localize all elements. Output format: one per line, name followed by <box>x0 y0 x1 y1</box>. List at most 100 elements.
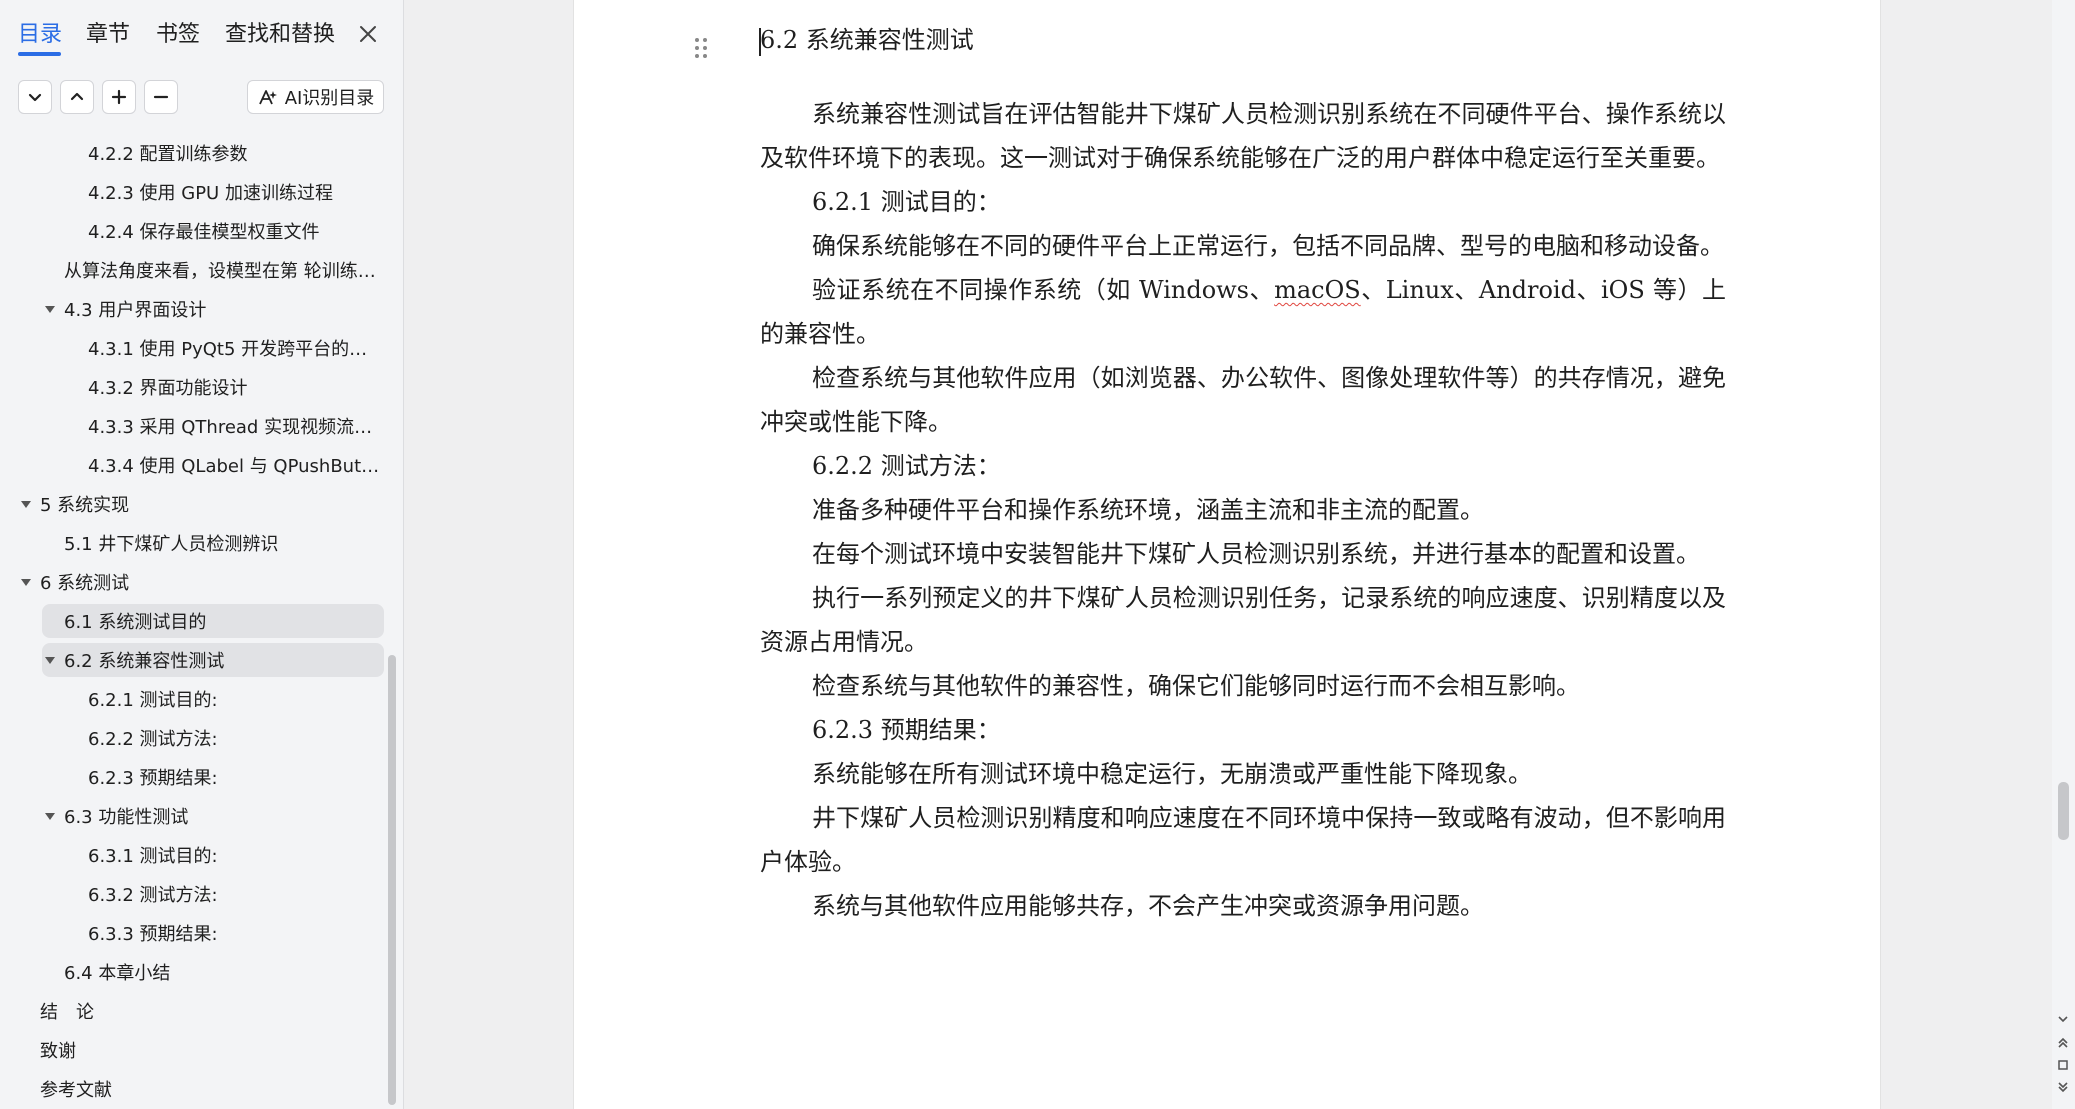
toc-item-label: 5 系统实现 <box>40 495 130 516</box>
subsection-heading[interactable]: 6.2.1 测试目的： <box>760 180 1726 224</box>
toc-item[interactable]: 6 系统测试 <box>20 565 380 599</box>
next-page-icon[interactable] <box>2056 1080 2070 1094</box>
active-tab-indicator <box>18 52 61 56</box>
ai-button-label: AI识别目录 <box>284 88 375 109</box>
toc-item-label: 从算法角度来看，设模型在第 轮训练后的验证集损失为 <box>64 261 380 282</box>
paragraph[interactable]: 确保系统能够在不同的硬件平台上正常运行，包括不同品牌、型号的电脑和移动设备。 <box>760 224 1726 268</box>
paragraph[interactable]: 检查系统与其他软件的兼容性，确保它们能够同时运行而不会相互影响。 <box>760 664 1726 708</box>
minus-icon <box>153 95 169 99</box>
chevron-up-icon <box>70 92 84 101</box>
toc-item-label: 6 系统测试 <box>40 573 130 594</box>
page-icon[interactable] <box>2056 1058 2070 1072</box>
collapse-up-button[interactable] <box>60 80 94 114</box>
close-icon[interactable] <box>354 20 382 48</box>
chevron-down-icon <box>28 93 42 102</box>
toc-item[interactable]: 4.3.4 使用 QLabel 与 QPushButton 构建界面 <box>88 448 380 482</box>
toc-item-label: 6.3.2 测试方法: <box>88 885 218 906</box>
toc-item-label: 6.2.2 测试方法: <box>88 729 218 750</box>
toc-item[interactable]: 6.1 系统测试目的 <box>42 604 384 638</box>
remove-heading-button[interactable] <box>144 80 178 114</box>
paragraph[interactable]: 验证系统在不同操作系统（如 Windows、macOS、Linux、Androi… <box>760 268 1726 356</box>
expand-triangle-icon[interactable] <box>20 498 32 510</box>
expand-triangle-icon[interactable] <box>44 654 56 666</box>
navigation-panel: 目录 章节 书签 查找和替换 AI识别目录 4.2.2 配置训练参数 4.2.3… <box>0 0 404 1109</box>
toc-item-label: 6.2.1 测试目的: <box>88 690 218 711</box>
toc-item-label: 6.3 功能性测试 <box>64 807 189 828</box>
paragraph[interactable]: 执行一系列预定义的井下煤矿人员检测识别任务，记录系统的响应速度、识别精度以及资源… <box>760 576 1726 664</box>
toc-item[interactable]: 参考文献 <box>40 1072 380 1106</box>
toc-item[interactable]: 6.2.1 测试目的: <box>88 682 380 716</box>
document-body[interactable]: 系统兼容性测试旨在评估智能井下煤矿人员检测识别系统在不同硬件平台、操作系统以及软… <box>760 92 1726 928</box>
paragraph[interactable]: 系统与其他软件应用能够共存，不会产生冲突或资源争用问题。 <box>760 884 1726 928</box>
toc-item-label: 4.3 用户界面设计 <box>64 300 207 321</box>
toc-item[interactable]: 6.3.3 预期结果: <box>88 916 380 950</box>
toc-item-label: 4.3.1 使用 PyQt5 开发跨平台的图形用户界面 <box>88 339 380 360</box>
toc-item[interactable]: 5 系统实现 <box>20 487 380 521</box>
toc-item-label: 4.2.2 配置训练参数 <box>88 144 248 165</box>
paragraph[interactable]: 检查系统与其他软件应用（如浏览器、办公软件、图像处理软件等）的共存情况，避免冲突… <box>760 356 1726 444</box>
toc-item[interactable]: 4.2.2 配置训练参数 <box>88 136 380 170</box>
collapse-down-button[interactable] <box>18 80 52 114</box>
subsection-heading[interactable]: 6.2.3 预期结果： <box>760 708 1726 752</box>
toc-item[interactable]: 4.3.1 使用 PyQt5 开发跨平台的图形用户界面 <box>88 331 380 365</box>
section-heading[interactable]: 6.2 系统兼容性测试 <box>760 22 974 58</box>
toc-item[interactable]: 6.2.3 预期结果: <box>88 760 380 794</box>
toc-item-label: 6.3.1 测试目的: <box>88 846 218 867</box>
toc-item-label: 4.3.3 采用 QThread 实现视频流的多线程处理 <box>88 417 380 438</box>
toc-item-label: 6.3.3 预期结果: <box>88 924 218 945</box>
paragraph[interactable]: 系统能够在所有测试环境中稳定运行，无崩溃或严重性能下降现象。 <box>760 752 1726 796</box>
toc-item-label: 4.3.4 使用 QLabel 与 QPushButton 构建界面 <box>88 456 380 477</box>
document-scrollbar-thumb[interactable] <box>2058 782 2069 840</box>
toc-item-label: 6.4 本章小结 <box>64 963 171 984</box>
plus-icon <box>111 89 127 105</box>
toc-item[interactable]: 6.3.2 测试方法: <box>88 877 380 911</box>
toc-item-label: 6.1 系统测试目的 <box>64 612 207 633</box>
toc-item-label: 5.1 井下煤矿人员检测辨识 <box>64 534 279 555</box>
toc-item[interactable]: 6.4 本章小结 <box>64 955 380 989</box>
document-scrollbar-track[interactable] <box>2052 0 2075 1109</box>
toc-item[interactable]: 6.3 功能性测试 <box>44 799 380 833</box>
toc-item-label: 4.2.4 保存最佳模型权重文件 <box>88 222 320 243</box>
toc-item[interactable]: 4.2.4 保存最佳模型权重文件 <box>88 214 380 248</box>
chevron-down-icon[interactable] <box>2056 1012 2070 1026</box>
tab-bookmarks[interactable]: 书签 <box>156 20 200 50</box>
add-heading-button[interactable] <box>102 80 136 114</box>
toc-item-label: 4.2.3 使用 GPU 加速训练过程 <box>88 183 333 204</box>
drag-handle-icon[interactable] <box>693 36 709 60</box>
paragraph[interactable]: 系统兼容性测试旨在评估智能井下煤矿人员检测识别系统在不同硬件平台、操作系统以及软… <box>760 92 1726 180</box>
tab-find-replace[interactable]: 查找和替换 <box>225 20 335 50</box>
expand-triangle-icon[interactable] <box>20 576 32 588</box>
paragraph[interactable]: 井下煤矿人员检测识别精度和响应速度在不同环境中保持一致或略有波动，但不影响用户体… <box>760 796 1726 884</box>
ai-sparkle-icon <box>258 90 277 105</box>
toc-item[interactable]: 致谢 <box>40 1033 380 1067</box>
expand-triangle-icon[interactable] <box>44 303 56 315</box>
ai-recognize-toc-button[interactable]: AI识别目录 <box>247 80 384 114</box>
toc-item[interactable]: 4.2.3 使用 GPU 加速训练过程 <box>88 175 380 209</box>
toc-item[interactable]: 5.1 井下煤矿人员检测辨识 <box>64 526 380 560</box>
spellcheck-flag[interactable]: macOS <box>1274 276 1361 304</box>
previous-page-icon[interactable] <box>2056 1036 2070 1050</box>
toc-item-label: 结 论 <box>40 1002 94 1023</box>
toc-toolbar: AI识别目录 <box>0 80 404 122</box>
paragraph[interactable]: 在每个测试环境中安装智能井下煤矿人员检测识别系统，并进行基本的配置和设置。 <box>760 532 1726 576</box>
toc-item-label: 6.2 系统兼容性测试 <box>64 651 225 672</box>
nav-tab-bar: 目录 章节 书签 查找和替换 <box>0 0 404 70</box>
toc-item-label: 6.2.3 预期结果: <box>88 768 218 789</box>
toc-item[interactable]: 4.3 用户界面设计 <box>44 292 380 326</box>
toc-item-label: 4.3.2 界面功能设计 <box>88 378 248 399</box>
nav-scrollbar[interactable] <box>388 655 396 1105</box>
tab-chapters[interactable]: 章节 <box>86 20 130 50</box>
tab-toc[interactable]: 目录 <box>18 20 62 50</box>
toc-item[interactable]: 6.2 系统兼容性测试 <box>42 643 384 677</box>
toc-item-label: 致谢 <box>40 1041 76 1062</box>
toc-item[interactable]: 从算法角度来看，设模型在第 轮训练后的验证集损失为 <box>64 253 380 287</box>
expand-triangle-icon[interactable] <box>44 810 56 822</box>
toc-item-label: 参考文献 <box>40 1080 112 1101</box>
toc-item[interactable]: 4.3.3 采用 QThread 实现视频流的多线程处理 <box>88 409 380 443</box>
paragraph[interactable]: 准备多种硬件平台和操作系统环境，涵盖主流和非主流的配置。 <box>760 488 1726 532</box>
subsection-heading[interactable]: 6.2.2 测试方法： <box>760 444 1726 488</box>
toc-item[interactable]: 4.3.2 界面功能设计 <box>88 370 380 404</box>
toc-item[interactable]: 结 论 <box>40 994 380 1028</box>
toc-item[interactable]: 6.2.2 测试方法: <box>88 721 380 755</box>
toc-item[interactable]: 6.3.1 测试目的: <box>88 838 380 872</box>
